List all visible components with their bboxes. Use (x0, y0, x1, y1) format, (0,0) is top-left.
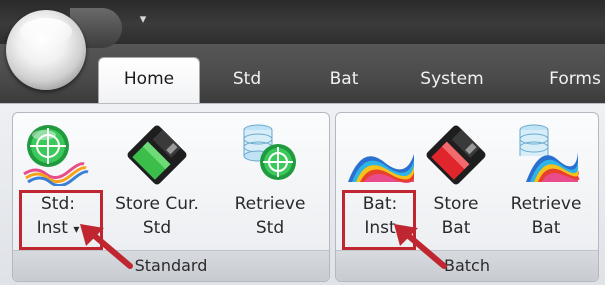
tab-strip (0, 44, 605, 104)
retrieve-bat-label-line1: Retrieve (510, 194, 582, 214)
quick-access-dropdown-icon[interactable]: ▾ (137, 12, 149, 28)
spectrum-layers-icon (348, 154, 414, 183)
retrieve-std-button[interactable]: Retrieve Std (222, 120, 318, 250)
retrieve-std-label-line2: Std (255, 218, 285, 238)
store-bat-label-line1: Store (433, 194, 479, 214)
retrieve-std-label-line1: Retrieve (234, 194, 306, 214)
tab-forms[interactable]: Forms (540, 58, 605, 100)
red-arrow-icon (80, 224, 133, 269)
database-spectrum-icon (519, 124, 580, 182)
tab-std[interactable]: Std (222, 58, 272, 100)
tab-home[interactable]: Home (98, 57, 200, 104)
retrieve-bat-button[interactable]: Retrieve Bat (500, 120, 592, 250)
red-arrow-icon (394, 224, 447, 269)
tab-system[interactable]: System (410, 58, 494, 100)
store-std-label-line1: Store Cur. (115, 194, 199, 214)
retrieve-bat-label-line2: Bat (531, 218, 561, 238)
target-crosshair-icon (23, 125, 89, 186)
database-target-icon (243, 124, 296, 180)
floppy-disk-green-icon (127, 125, 187, 185)
tab-bat[interactable]: Bat (318, 58, 370, 100)
batch-group-label: Batch (336, 250, 598, 281)
floppy-disk-red-icon (426, 125, 486, 185)
application-orb[interactable] (6, 10, 86, 90)
standard-group-label: Standard (13, 250, 329, 281)
